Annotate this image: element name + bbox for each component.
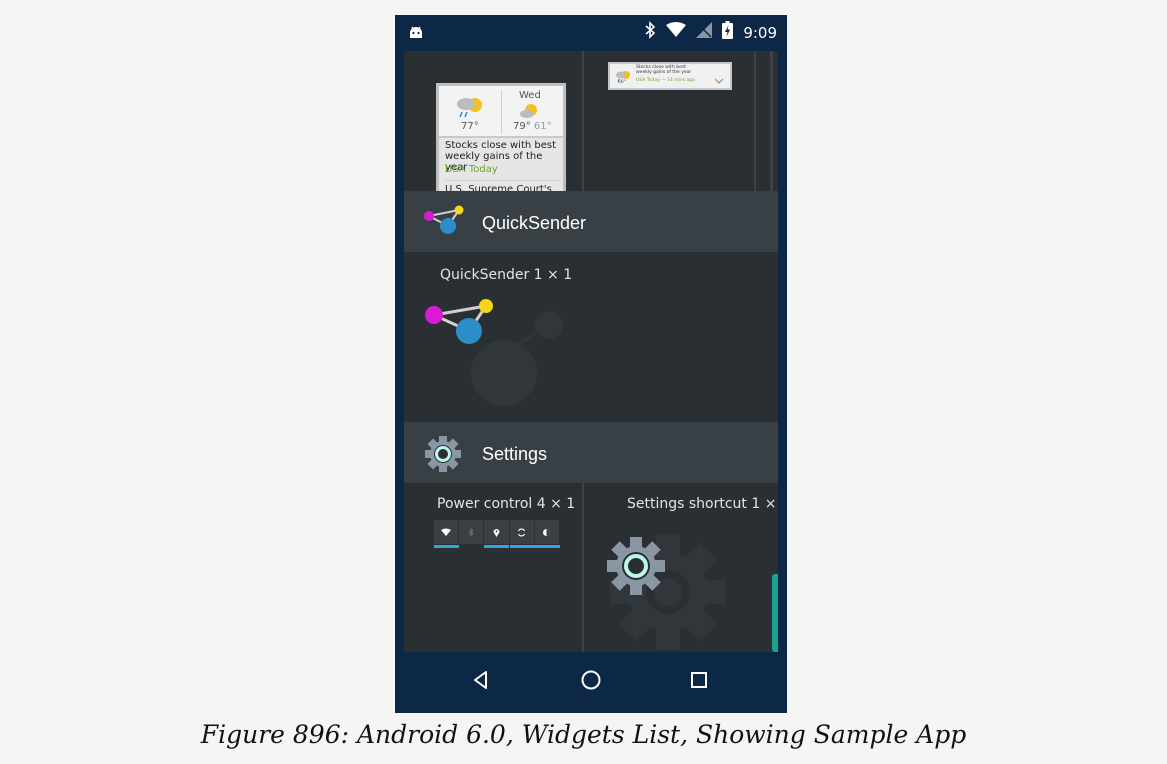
column-divider	[582, 483, 584, 652]
chevron-down-icon	[714, 70, 724, 88]
recents-button[interactable]	[686, 669, 712, 695]
scroll-indicator[interactable]	[772, 574, 778, 652]
today-temp: 77°	[461, 121, 479, 132]
power-brightness-toggle	[534, 520, 561, 548]
quicksender-widget-preview[interactable]	[422, 293, 572, 421]
power-status-bar	[534, 545, 560, 548]
section-header-settings: Settings	[404, 422, 778, 483]
tiny-headline: Stocks close with best weekly gains of t…	[636, 65, 692, 75]
widget-label-quicksender: QuickSender 1 × 1	[440, 267, 573, 283]
forecast-low: 61°	[533, 121, 552, 132]
bluetooth-icon	[644, 21, 656, 44]
section-title: Settings	[482, 444, 548, 464]
power-bluetooth-toggle	[459, 520, 485, 544]
widget-list[interactable]: 77° Wed 79° 61° Stocks close with best w…	[404, 51, 778, 652]
android-icon	[408, 24, 424, 45]
power-control-widget-preview[interactable]	[434, 520, 561, 548]
power-status-bar	[484, 545, 510, 548]
navigation-bar	[395, 652, 787, 713]
widget-label-power-control: Power control 4 × 1	[437, 496, 576, 512]
weather-panel: 77° Wed 79° 61°	[439, 86, 563, 138]
status-bar: 9:09	[395, 15, 787, 51]
settings-gear-icon	[423, 434, 463, 479]
settings-shortcut-widget-preview[interactable]	[598, 517, 748, 652]
rain-sun-icon	[455, 94, 485, 124]
tiny-source: USA Today — 14 mins ago	[636, 78, 695, 83]
forecast-day: Wed	[519, 90, 541, 101]
quicksender-icon	[420, 205, 466, 244]
battery-charging-icon	[722, 21, 734, 44]
back-icon	[471, 670, 491, 695]
power-status-bar	[509, 545, 535, 548]
partly-cloudy-icon	[519, 103, 539, 123]
weather-divider	[501, 90, 502, 134]
home-button[interactable]	[578, 669, 604, 695]
power-status-bar	[434, 545, 459, 548]
tiny-temp: 66°	[618, 80, 626, 85]
tiny-news-widget-preview[interactable]: 66° Stocks close with best weekly gains …	[608, 62, 732, 90]
column-divider	[582, 51, 584, 191]
forecast-temp: 79° 61°	[513, 121, 552, 132]
figure-caption: Figure 896: Android 6.0, Widgets List, S…	[200, 720, 967, 749]
power-location-toggle	[484, 520, 510, 548]
news-source: USA Today	[445, 164, 498, 175]
recents-icon	[689, 670, 709, 695]
power-sync-toggle	[509, 520, 535, 548]
column-divider	[754, 51, 756, 191]
forecast-high: 79°	[513, 121, 531, 132]
phone-screen: 9:09 77° Wed 79° 61° Stocks close with b…	[395, 15, 787, 713]
wifi-icon	[666, 22, 687, 43]
status-time: 9:09	[743, 23, 777, 42]
page-edge	[770, 51, 773, 191]
power-wifi-toggle	[434, 520, 460, 548]
back-button[interactable]	[468, 669, 494, 695]
no-sim-icon	[696, 22, 713, 43]
news-widget-preview[interactable]: 77° Wed 79° 61° Stocks close with best w…	[436, 83, 566, 199]
home-icon	[580, 669, 602, 696]
section-title: QuickSender	[482, 213, 587, 233]
widget-label-settings-shortcut: Settings shortcut 1 × 1	[627, 496, 778, 512]
section-header-quicksender: QuickSender	[404, 191, 778, 252]
